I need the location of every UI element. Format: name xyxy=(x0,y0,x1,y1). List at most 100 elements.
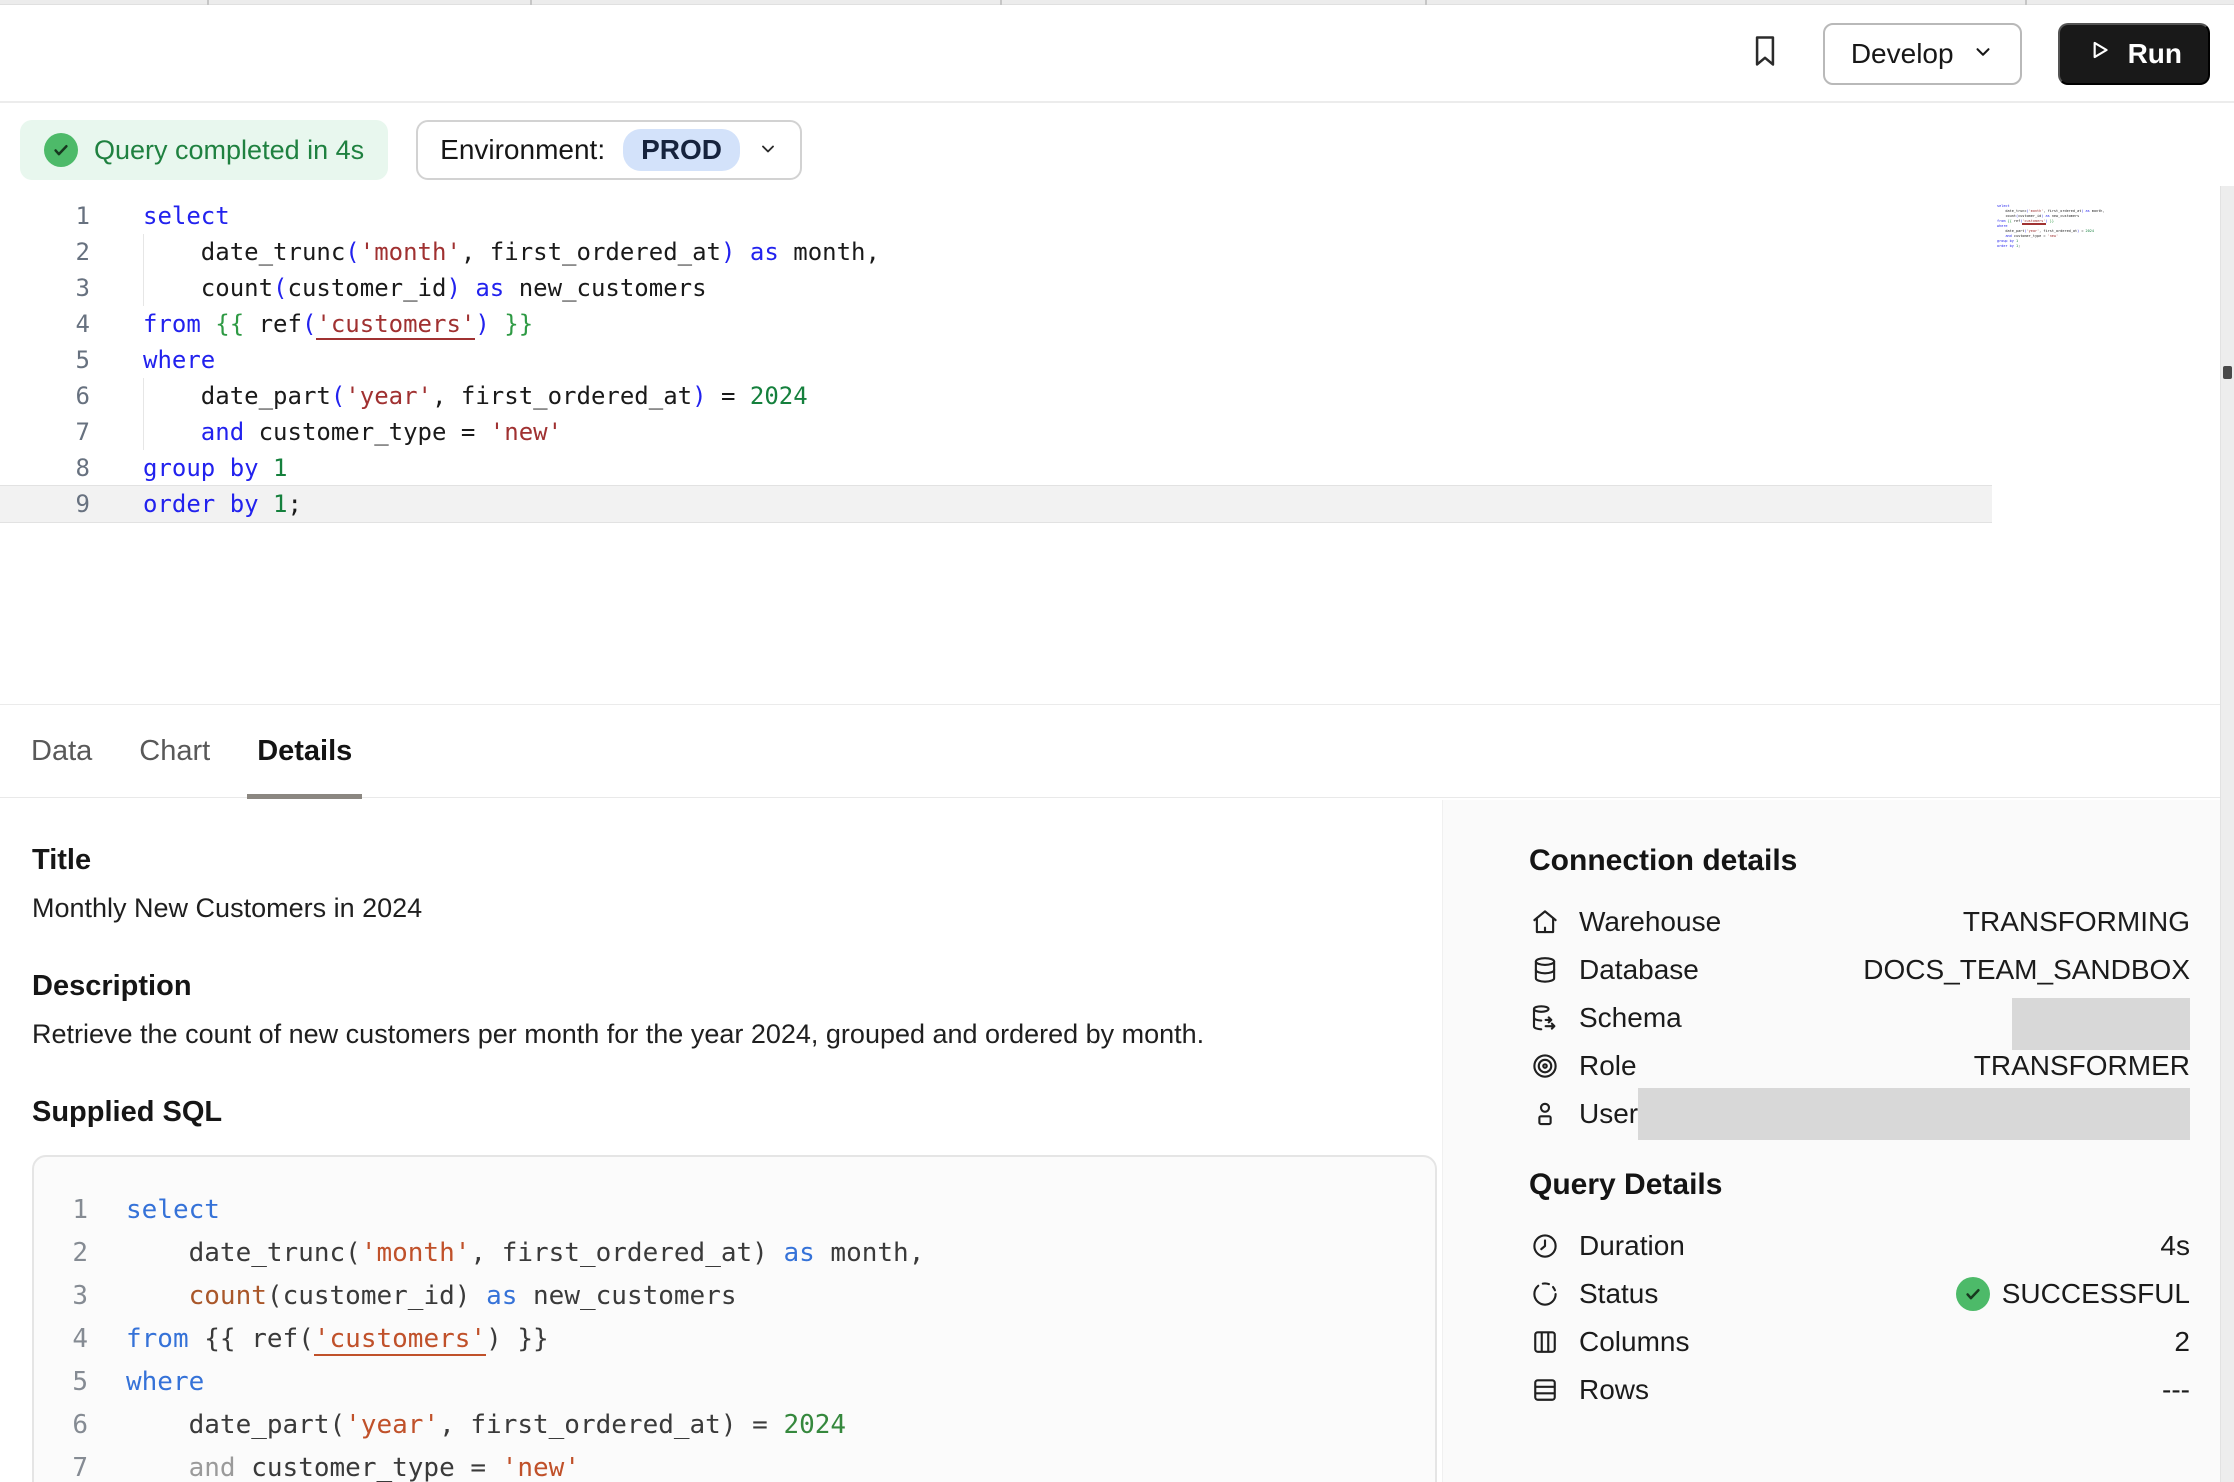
code-token-p: ) xyxy=(475,310,489,338)
database-icon xyxy=(1529,954,1561,986)
line-number: 3 xyxy=(62,1275,88,1318)
code-token-t xyxy=(259,490,273,518)
code-token-t xyxy=(201,310,215,338)
code-token-p: ) xyxy=(721,1410,737,1440)
editor-line-4[interactable]: 4from {{ ref('customers') }} xyxy=(0,306,1992,342)
indent-guide xyxy=(143,234,144,270)
line-number: 5 xyxy=(62,1361,88,1404)
code-token-kw: select xyxy=(143,202,230,230)
code-token-t: customer_type = xyxy=(236,1453,502,1482)
code-line: select xyxy=(126,1189,220,1232)
code-token-str: 'new' xyxy=(2048,234,2059,238)
editor-line-1[interactable]: 1select xyxy=(0,198,1992,234)
query-details-list: Duration4sStatusSUCCESSFULColumns2Rows--… xyxy=(1529,1222,2190,1414)
bookmark-button[interactable] xyxy=(1743,32,1787,76)
line-number: 1 xyxy=(62,1189,88,1232)
supplied-sql-line-2: 2 date_trunc('month', first_ordered_at) … xyxy=(34,1232,1435,1275)
code-token-str: 'month' xyxy=(360,238,461,266)
columns-icon xyxy=(1529,1326,1561,1358)
status-icon xyxy=(1529,1278,1561,1310)
code-token-t xyxy=(126,1453,189,1482)
code-token-t: , first_ordered_at xyxy=(470,1238,752,1268)
editor-line-7[interactable]: 7 and customer_type = 'new' xyxy=(0,414,1992,450)
tab-chart[interactable]: Chart xyxy=(139,705,210,797)
indent-guide xyxy=(143,270,144,306)
code-token-t: date_part xyxy=(1997,229,2024,233)
line-number: 6 xyxy=(0,378,90,414)
code-token-t xyxy=(461,274,475,302)
run-label: Run xyxy=(2128,38,2182,70)
develop-dropdown-button[interactable]: Develop xyxy=(1823,23,2022,85)
code-token-t: , first_ordered_at xyxy=(461,238,721,266)
detail-value: --- xyxy=(2162,1374,2190,1406)
code-token-p: ( xyxy=(331,382,345,410)
rows-icon xyxy=(1529,1374,1561,1406)
detail-value: TRANSFORMER xyxy=(1974,1050,2190,1082)
editor-line-6[interactable]: 6 date_part('year', first_ordered_at) = … xyxy=(0,378,1992,414)
line-number: 8 xyxy=(0,450,90,486)
code-token-jj: }} xyxy=(504,310,533,338)
code-token-t: = xyxy=(737,1410,784,1440)
code-token-str: 'year' xyxy=(2027,229,2040,233)
supplied-sql-line-3: 3 count(customer_id) as new_customers xyxy=(34,1275,1435,1318)
code-token-p: ( xyxy=(345,238,359,266)
detail-row-columns: Columns2 xyxy=(1529,1318,2190,1366)
code-token-jj: }} xyxy=(2050,219,2054,223)
code-token-str: 'month' xyxy=(361,1238,471,1268)
code-line: order by 1; xyxy=(143,486,1992,522)
sql-editor[interactable]: 1select2 date_trunc('month', first_order… xyxy=(0,198,2218,522)
code-token-t: new_customers xyxy=(2050,214,2080,218)
success-check-icon xyxy=(1956,1277,1990,1311)
tab-data[interactable]: Data xyxy=(31,705,92,797)
code-token-t: ; xyxy=(2018,244,2020,248)
code-token-t xyxy=(259,454,273,482)
detail-row-schema: Schema xyxy=(1529,994,2190,1042)
code-token-t: ref xyxy=(244,310,302,338)
code-token-t: customer_type = xyxy=(244,418,490,446)
tab-details[interactable]: Details xyxy=(257,705,352,797)
description-heading: Description xyxy=(32,970,1442,1003)
editor-line-3[interactable]: 3 count(customer_id) as new_customers xyxy=(0,270,1992,306)
redacted-value xyxy=(2012,998,2190,1050)
browser-tab-strip xyxy=(0,0,2234,5)
detail-label: User xyxy=(1579,1098,1638,1130)
code-token-t: date_part xyxy=(126,1410,330,1440)
code-token-kw: select xyxy=(1997,204,2010,208)
detail-value: 2 xyxy=(2174,1326,2190,1358)
code-token-p: ) xyxy=(455,1281,471,1311)
code-token-kw: where xyxy=(1997,224,2008,228)
code-token-t: month, xyxy=(2090,209,2105,213)
editor-line-8[interactable]: 8group by 1 xyxy=(0,450,1992,486)
code-token-t xyxy=(143,418,201,446)
code-line: count(customer_id) as new_customers xyxy=(126,1275,737,1318)
query-details-heading: Query Details xyxy=(1529,1168,2190,1202)
detail-row-warehouse: WarehouseTRANSFORMING xyxy=(1529,898,2190,946)
editor-minimap[interactable]: select date_trunc('month', first_ordered… xyxy=(1997,204,2115,249)
editor-line-2[interactable]: 2 date_trunc('month', first_ordered_at) … xyxy=(0,234,1992,270)
code-token-kw: as xyxy=(475,274,504,302)
code-token-stru: 'customers' xyxy=(314,1324,486,1356)
code-token-t: date_trunc xyxy=(1997,209,2027,213)
detail-row-duration: Duration4s xyxy=(1529,1222,2190,1270)
redacted-value xyxy=(1638,1088,2190,1140)
code-token-str: 'new' xyxy=(502,1453,580,1482)
detail-label: Schema xyxy=(1579,1002,1682,1034)
run-button[interactable]: Run xyxy=(2058,23,2210,85)
detail-label: Database xyxy=(1579,954,1699,986)
code-token-num: 2024 xyxy=(2086,229,2094,233)
code-line: select xyxy=(143,198,1992,234)
code-token-str: 'month' xyxy=(2029,209,2044,213)
code-token-t xyxy=(490,310,504,338)
editor-line-5[interactable]: 5where xyxy=(0,342,1992,378)
code-token-t: customer_id xyxy=(288,274,447,302)
scrollbar-thumb[interactable] xyxy=(2223,366,2232,379)
editor-line-9[interactable]: 9order by 1; xyxy=(0,486,1992,522)
chevron-down-icon xyxy=(1972,38,1994,70)
detail-value: 4s xyxy=(2160,1230,2190,1262)
code-token-fn: count xyxy=(189,1281,267,1311)
code-token-kw: from xyxy=(143,310,201,338)
environment-selector[interactable]: Environment: PROD xyxy=(416,120,802,180)
vertical-scrollbar[interactable] xyxy=(2220,186,2234,1482)
environment-badge: PROD xyxy=(623,129,740,171)
code-line: date_trunc('month', first_ordered_at) as… xyxy=(126,1232,924,1275)
